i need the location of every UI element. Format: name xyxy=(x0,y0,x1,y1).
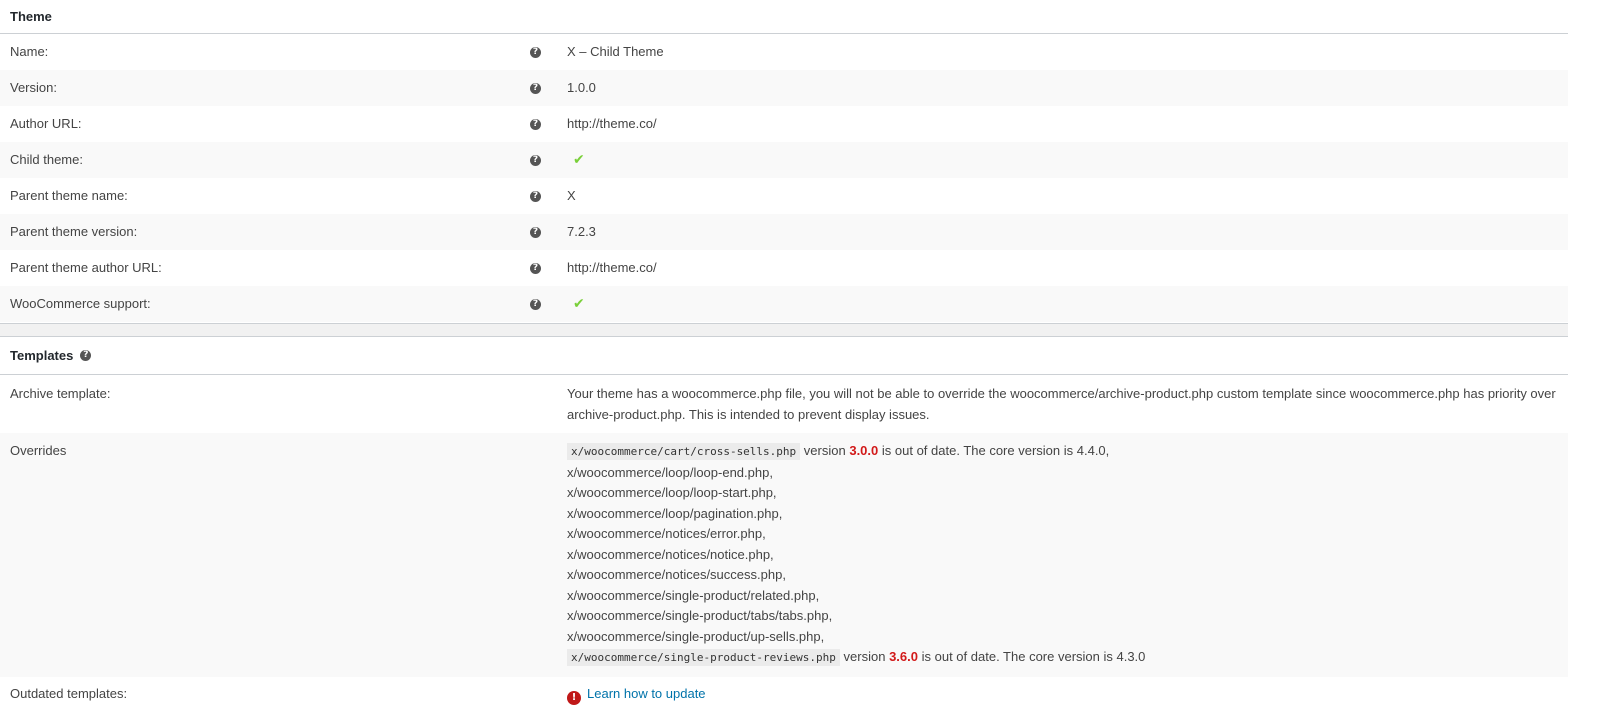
theme-row: Parent theme version:? 7.2.3 xyxy=(0,214,1568,250)
override-item-outdated: x/woocommerce/single-product-reviews.php… xyxy=(567,647,1558,669)
help-icon[interactable]: ? xyxy=(530,118,541,130)
theme-row-value: http://theme.co/ xyxy=(567,260,657,275)
help-icon[interactable]: ? xyxy=(530,262,541,274)
help-icon[interactable]: ? xyxy=(530,46,541,58)
override-file-code: x/woocommerce/cart/cross-sells.php xyxy=(567,443,801,460)
theme-row-label: Parent theme name: xyxy=(10,188,128,203)
override-item: x/woocommerce/single-product/related.php… xyxy=(567,587,820,603)
theme-row: Parent theme author URL:? http://theme.co… xyxy=(0,250,1568,286)
theme-row-label: Parent theme version: xyxy=(10,224,138,239)
section-divider xyxy=(0,323,1568,337)
override-item: x/woocommerce/notices/notice.php, xyxy=(567,546,774,562)
theme-row-value: X xyxy=(567,188,576,203)
theme-row: Version:? 1.0.0 xyxy=(0,70,1568,106)
check-icon: ✔ xyxy=(573,296,585,312)
override-item: x/woocommerce/notices/success.php, xyxy=(567,567,786,582)
theme-section-title: Theme xyxy=(10,9,52,24)
theme-row-label: Child theme: xyxy=(10,152,83,167)
override-item: x/woocommerce/notices/error.php, xyxy=(567,526,766,541)
override-item: x/woocommerce/loop/pagination.php, xyxy=(567,505,783,521)
theme-row-value: 1.0.0 xyxy=(567,80,596,95)
templates-section-header: Templates ? xyxy=(0,337,1568,375)
outdated-version: 3.6.0 xyxy=(889,649,918,664)
overrides-row: Overrides x/woocommerce/cart/cross-sells… xyxy=(0,433,1568,677)
theme-row-label: Version: xyxy=(10,80,57,95)
overrides-list: x/woocommerce/cart/cross-sells.php versi… xyxy=(567,441,1568,669)
override-item: x/woocommerce/loop/loop-end.php, xyxy=(567,464,773,480)
theme-row: Child theme:? ✔ xyxy=(0,142,1568,178)
outdated-templates-label: Outdated templates: xyxy=(10,686,128,701)
outdated-templates-row: Outdated templates: ! Learn how to update xyxy=(0,677,1568,713)
theme-row-label: WooCommerce support: xyxy=(10,296,151,311)
theme-row-value: http://theme.co/ xyxy=(567,116,657,131)
templates-section-title: Templates xyxy=(10,348,74,363)
theme-row-label: Author URL: xyxy=(10,116,82,131)
override-file-code: x/woocommerce/single-product-reviews.php xyxy=(567,649,840,666)
help-icon[interactable]: ? xyxy=(530,298,541,310)
override-item: x/woocommerce/loop/loop-start.php, xyxy=(567,485,777,500)
theme-rows: Name:? X – Child Theme Version:? 1.0.0 Autho… xyxy=(0,34,1568,322)
outdated-version: 3.0.0 xyxy=(849,443,879,458)
help-icon[interactable]: ? xyxy=(530,190,541,202)
help-icon[interactable]: ? xyxy=(80,350,92,361)
system-status-tables: Theme Name:? X – Child Theme Version:? 1.0.… xyxy=(0,0,1568,713)
override-lines: x/woocommerce/loop/loop-end.php, x/woocom… xyxy=(567,463,1558,648)
archive-template-value: Your theme has a woocommerce.php file, y… xyxy=(567,386,1556,422)
theme-row: Name:? X – Child Theme xyxy=(0,34,1568,70)
archive-template-label: Archive template: xyxy=(10,386,111,401)
override-item: x/woocommerce/single-product/up-sells.ph… xyxy=(567,628,825,644)
error-icon: ! xyxy=(567,691,581,706)
theme-row: Author URL:? http://theme.co/ xyxy=(0,106,1568,142)
theme-row: Parent theme name:? X xyxy=(0,178,1568,214)
overrides-label: Overrides xyxy=(10,443,67,458)
theme-row: WooCommerce support:? ✔ xyxy=(0,286,1568,322)
override-item-outdated: x/woocommerce/cart/cross-sells.php versi… xyxy=(567,441,1558,463)
override-item: x/woocommerce/single-product/tabs/tabs.p… xyxy=(567,608,833,623)
help-icon[interactable]: ? xyxy=(530,82,541,94)
theme-row-label: Parent theme author URL: xyxy=(10,260,162,275)
theme-row-value: 7.2.3 xyxy=(567,224,596,239)
learn-how-to-update-link[interactable]: Learn how to update xyxy=(587,686,706,701)
theme-row-value: X – Child Theme xyxy=(567,44,664,59)
archive-template-row: Archive template: Your theme has a wooco… xyxy=(0,375,1568,433)
check-icon: ✔ xyxy=(573,152,585,168)
scrollbar-area xyxy=(1568,0,1606,725)
theme-row-label: Name: xyxy=(10,44,49,59)
help-icon[interactable]: ? xyxy=(530,226,541,238)
theme-section-header: Theme xyxy=(0,0,1568,34)
help-icon[interactable]: ? xyxy=(530,154,541,166)
